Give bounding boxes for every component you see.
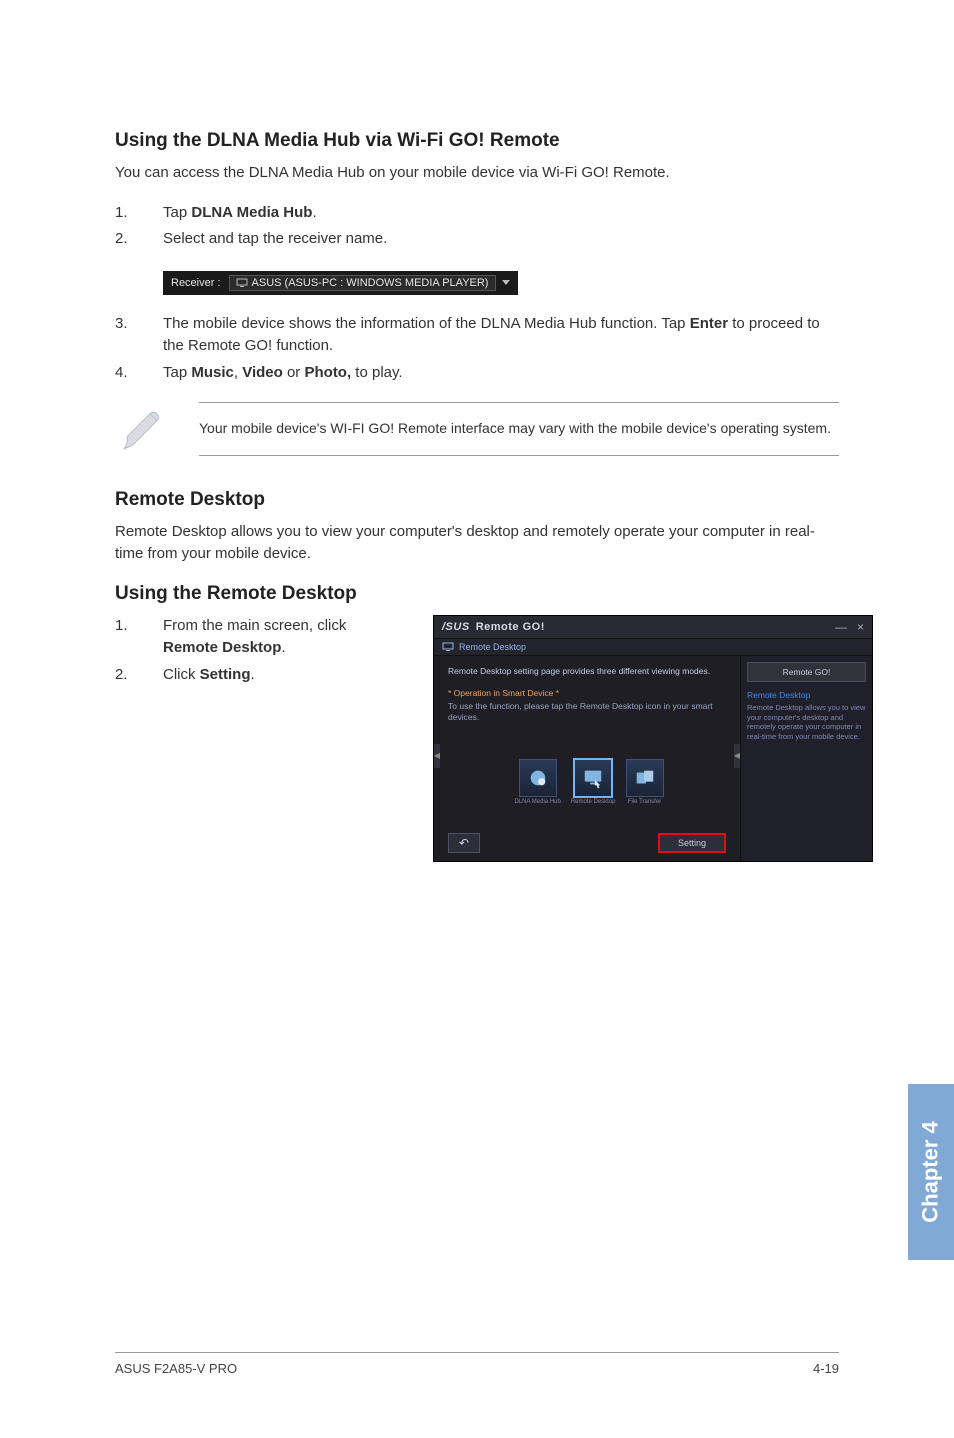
remote-desktop-icon	[582, 767, 604, 789]
thumb-dlna-media-hub[interactable]	[519, 759, 557, 797]
text-bold: Photo,	[304, 364, 351, 381]
step-1: 1. From the main screen, click Remote De…	[115, 615, 405, 660]
note-block: Your mobile device's WI-FI GO! Remote in…	[115, 398, 839, 459]
monitor-icon	[442, 642, 454, 652]
chevron-down-icon	[502, 280, 510, 285]
text-fragment: Tap	[163, 364, 191, 381]
chapter-tab-label: Chapter 4	[918, 1121, 944, 1222]
panel-collapse-right[interactable]: ◀	[734, 744, 740, 768]
text-bold: Music	[191, 364, 234, 381]
step-number: 1.	[115, 202, 163, 225]
file-transfer-icon	[634, 767, 656, 789]
step-number: 2.	[115, 664, 163, 687]
step-text: From the main screen, click Remote Deskt…	[163, 615, 405, 660]
text-fragment: ,	[234, 364, 242, 381]
steps-1-2: 1. Tap DLNA Media Hub. 2. Select and tap…	[115, 202, 839, 251]
step-number: 3.	[115, 313, 163, 358]
side-description: Remote Desktop allows you to view your c…	[747, 703, 866, 742]
note-pencil-icon	[115, 398, 171, 459]
heading-dlna-wifi: Using the DLNA Media Hub via Wi-Fi GO! R…	[115, 130, 839, 152]
receiver-label: Receiver :	[171, 277, 221, 289]
back-button[interactable]: ↶	[448, 833, 480, 853]
text-bold: Remote Desktop	[163, 639, 281, 656]
step-number: 2.	[115, 228, 163, 251]
step-2: 2. Select and tap the receiver name.	[115, 228, 839, 251]
operation-heading: * Operation in Smart Device *	[448, 688, 730, 698]
step-number: 1.	[115, 615, 163, 660]
app-main-panel: ◀ ◀ Remote Desktop setting page provides…	[434, 656, 740, 861]
footer-page-number: 4-19	[813, 1361, 839, 1376]
minimize-button[interactable]: —	[835, 620, 847, 634]
step-text: Click Setting.	[163, 664, 405, 687]
thumb-remote-desktop[interactable]	[574, 759, 612, 797]
step-2: 2. Click Setting.	[115, 664, 405, 687]
app-breadcrumb-bar: Remote Desktop	[434, 639, 872, 656]
text-fragment: to play.	[351, 364, 402, 381]
text-fragment: .	[281, 639, 285, 656]
receiver-value-box: ASUS (ASUS-PC : WINDOWS MEDIA PLAYER)	[229, 275, 496, 291]
thumb-file-transfer[interactable]	[626, 759, 664, 797]
breadcrumb-text: Remote Desktop	[459, 642, 526, 652]
intro-dlna-wifi: You can access the DLNA Media Hub on you…	[115, 162, 839, 184]
receiver-dropdown[interactable]: Receiver : ASUS (ASUS-PC : WINDOWS MEDIA…	[163, 271, 518, 295]
text-fragment: The mobile device shows the information …	[163, 315, 690, 332]
steps-remote: 1. From the main screen, click Remote De…	[115, 615, 405, 687]
thumb-label: DLNA Media Hub	[514, 799, 560, 805]
step-number: 4.	[115, 362, 163, 385]
step-text: Tap Music, Video or Photo, to play.	[163, 362, 839, 385]
mode-thumbnails: DLNA Media Hub Remote Desktop	[448, 759, 730, 805]
page-footer: ASUS F2A85-V PRO 4-19	[115, 1352, 839, 1376]
app-desc-line: Remote Desktop setting page provides thr…	[448, 666, 730, 676]
brand-logo: /SUS	[442, 621, 470, 633]
text-fragment: From the main screen, click	[163, 617, 346, 634]
step-3: 3. The mobile device shows the informati…	[115, 313, 839, 358]
remote-go-window: /SUS Remote GO! — × Remote Desktop ◀ ◀	[433, 615, 873, 862]
text-fragment: or	[283, 364, 305, 381]
text-bold: Setting	[200, 666, 251, 683]
text-bold: Video	[242, 364, 283, 381]
thumb-label: File Transfer	[628, 799, 661, 805]
app-brand: /SUS Remote GO!	[442, 621, 545, 633]
step-4: 4. Tap Music, Video or Photo, to play.	[115, 362, 839, 385]
monitor-icon	[236, 278, 248, 288]
thumb-label: Remote Desktop	[571, 799, 616, 805]
text-bold: DLNA Media Hub	[191, 204, 312, 221]
step-text: Tap DLNA Media Hub.	[163, 202, 839, 225]
text-fragment: Tap	[163, 204, 191, 221]
app-titlebar: /SUS Remote GO! — ×	[434, 616, 872, 639]
side-remote-go-button[interactable]: Remote GO!	[747, 662, 866, 682]
panel-collapse-left[interactable]: ◀	[434, 744, 440, 768]
text-fragment: .	[251, 666, 255, 683]
text-bold: Enter	[690, 315, 728, 332]
step-text: Select and tap the receiver name.	[163, 228, 839, 251]
steps-3-4: 3. The mobile device shows the informati…	[115, 313, 839, 385]
side-title: Remote Desktop	[747, 690, 866, 700]
app-side-panel: Remote GO! Remote Desktop Remote Desktop…	[740, 656, 872, 861]
chapter-tab: Chapter 4	[908, 1084, 954, 1260]
app-title: Remote GO!	[476, 621, 545, 633]
setting-button[interactable]: Setting	[658, 833, 726, 853]
text-fragment: Click	[163, 666, 200, 683]
heading-using-remote-desktop: Using the Remote Desktop	[115, 583, 839, 605]
step-text: The mobile device shows the information …	[163, 313, 839, 358]
operation-body: To use the function, please tap the Remo…	[448, 701, 730, 723]
footer-product: ASUS F2A85-V PRO	[115, 1361, 237, 1376]
dlna-icon	[527, 767, 549, 789]
text-fragment: .	[312, 204, 316, 221]
step-1: 1. Tap DLNA Media Hub.	[115, 202, 839, 225]
heading-remote-desktop: Remote Desktop	[115, 489, 839, 511]
close-button[interactable]: ×	[857, 620, 864, 634]
intro-remote-desktop: Remote Desktop allows you to view your c…	[115, 521, 839, 565]
note-text: Your mobile device's WI-FI GO! Remote in…	[199, 402, 839, 456]
receiver-value: ASUS (ASUS-PC : WINDOWS MEDIA PLAYER)	[252, 277, 489, 289]
